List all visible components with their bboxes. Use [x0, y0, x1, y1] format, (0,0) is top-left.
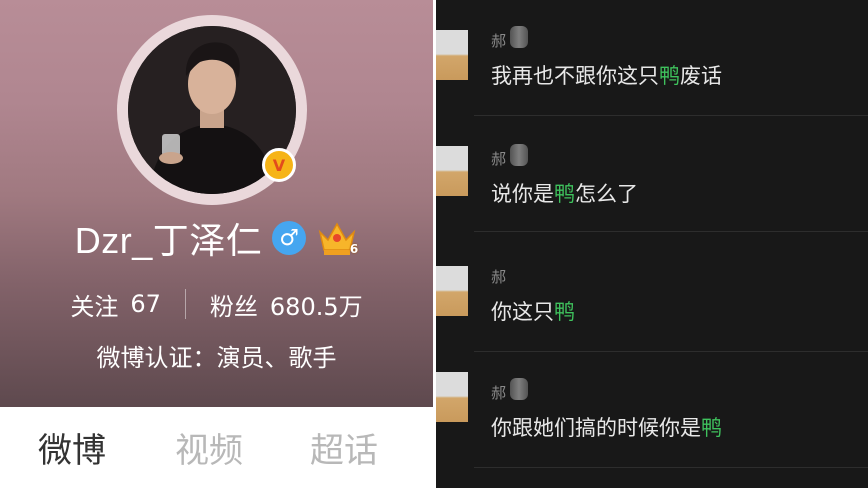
comment-list: 郝 我再也不跟你这只鸭废话 郝 说你是鸭怎么了 郝 你这只鸭 郝 你跟她们搞的时… [436, 0, 868, 488]
vip-crown-icon[interactable]: 6 [316, 218, 358, 258]
followers-count: 680.5万 [269, 292, 363, 321]
comment-highlight: 鸭 [701, 416, 722, 440]
profile-header: V Dzr_丁泽仁 ♂ 6 关注 67 粉丝 680.5万 微博认证：演员、歌手 [0, 0, 433, 407]
comment-text: 我再也不跟你这只鸭废话 [491, 60, 722, 90]
commenter-name: 郝 [491, 384, 507, 402]
comment-text-part: 说你是 [491, 182, 554, 206]
commenter-avatar[interactable] [436, 146, 468, 196]
comment-text-part: 你跟她们搞的时候你是 [491, 416, 701, 440]
divider [474, 467, 868, 468]
verified-badge-icon: V [262, 148, 296, 182]
stats-row: 关注 67 粉丝 680.5万 [0, 282, 433, 326]
username: Dzr_丁泽仁 [74, 220, 263, 261]
following-label: 关注 [70, 292, 119, 321]
followers-stat[interactable]: 粉丝 680.5万 [210, 287, 363, 322]
profile-panel: V Dzr_丁泽仁 ♂ 6 关注 67 粉丝 680.5万 微博认证：演员、歌手… [0, 0, 433, 488]
blurred-name-mask [510, 378, 528, 400]
comment-text: 你跟她们搞的时候你是鸭 [491, 412, 722, 442]
comment-highlight: 鸭 [554, 182, 575, 206]
verification-text: 微博认证：演员、歌手 [96, 344, 337, 372]
comment-text-part: 废话 [680, 64, 722, 88]
blurred-name-mask [510, 26, 528, 48]
commenter-avatar[interactable] [436, 266, 468, 316]
following-count: 67 [130, 290, 161, 318]
comment-text-part: 我再也不跟你这只 [491, 64, 659, 88]
name-row: Dzr_丁泽仁 ♂ 6 [0, 210, 433, 266]
comment-text-part: 你这只 [491, 300, 554, 324]
tab-weibo[interactable]: 微博 [38, 431, 106, 471]
tab-video[interactable]: 视频 [175, 431, 243, 471]
stats-divider [184, 289, 186, 319]
commenter-avatar[interactable] [436, 30, 468, 80]
commenter-name: 郝 [491, 150, 507, 168]
profile-tabs: 微博 视频 超话 [0, 407, 433, 488]
commenter-name: 郝 [491, 32, 507, 50]
following-stat[interactable]: 关注 67 [70, 287, 161, 322]
comment-highlight: 鸭 [554, 300, 575, 324]
list-item[interactable]: 郝 你跟她们搞的时候你是鸭 [436, 352, 868, 468]
comment-text: 你这只鸭 [491, 296, 575, 326]
list-item[interactable]: 郝 说你是鸭怎么了 [436, 116, 868, 232]
blurred-name-mask [510, 144, 528, 166]
comment-text-part: 怎么了 [575, 182, 638, 206]
list-item[interactable]: 郝 你这只鸭 [436, 236, 868, 352]
commenter-avatar[interactable] [436, 372, 468, 422]
list-item[interactable]: 郝 我再也不跟你这只鸭废话 [436, 0, 868, 116]
male-gender-icon: ♂ [272, 221, 307, 255]
commenter-name: 郝 [491, 268, 507, 286]
comment-highlight: 鸭 [659, 64, 680, 88]
comment-text: 说你是鸭怎么了 [491, 178, 638, 208]
tab-super-topic[interactable]: 超话 [310, 431, 378, 471]
followers-label: 粉丝 [209, 292, 258, 321]
vip-level: 6 [349, 242, 359, 256]
divider [474, 231, 868, 232]
